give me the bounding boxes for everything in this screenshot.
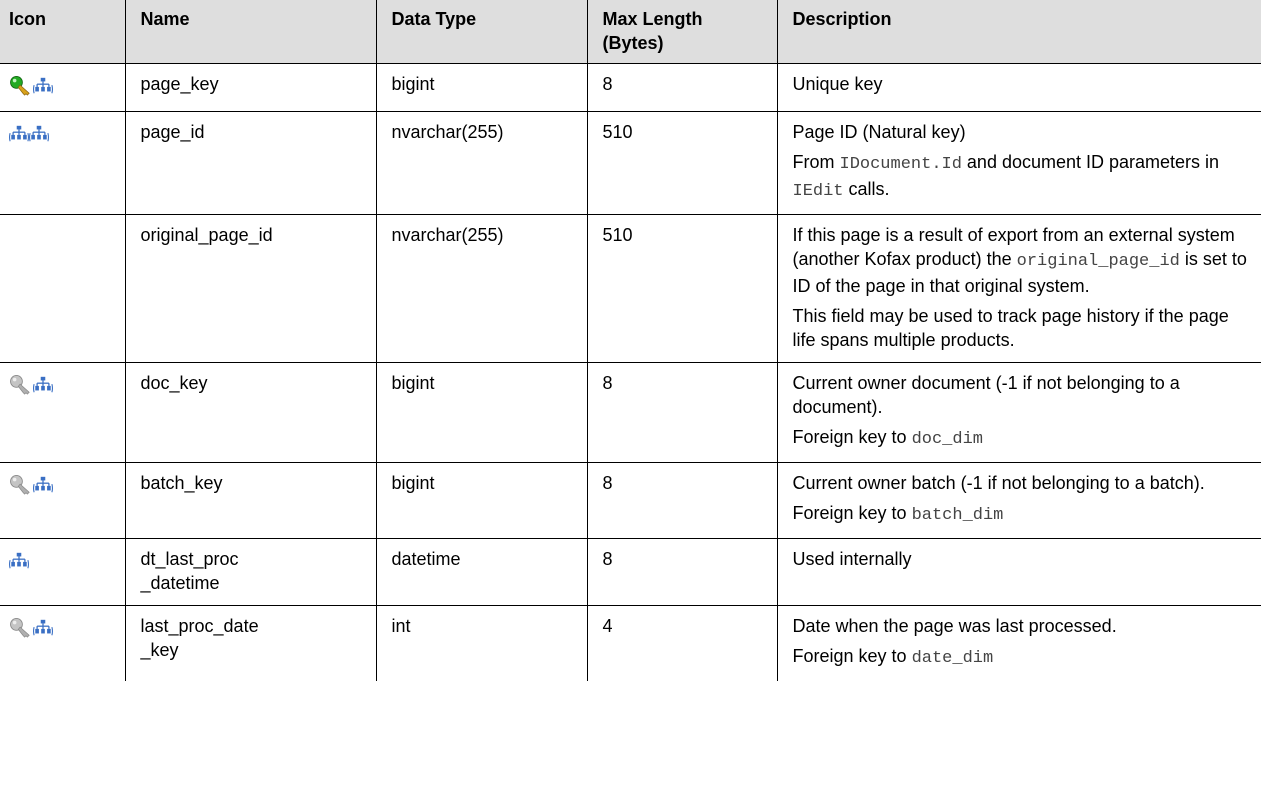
code-reference: IEdit (792, 182, 844, 201)
column-description: If this page is a result of export from … (776, 214, 1261, 363)
column-max-length: 8 (586, 362, 778, 463)
description-text: Used internally (792, 549, 912, 569)
description-text: Date when the page was last processed. (792, 616, 1117, 636)
header-max-length: Max Length (Bytes) (586, 0, 778, 64)
icon-cell (0, 214, 126, 363)
column-description: Current owner document (-1 if not belong… (776, 362, 1261, 463)
code-reference: doc_dim (911, 430, 983, 449)
description-fragment: Foreign key to (792, 646, 912, 666)
icon-cell (0, 605, 126, 681)
header-data-type: Data Type (375, 0, 588, 64)
primary-key-icon (9, 76, 33, 96)
description-text: Unique key (792, 74, 883, 94)
header-icon: Icon (0, 0, 126, 64)
description-text: Current owner document (-1 if not belong… (792, 373, 1180, 417)
table-row: page_key bigint 8 Unique key (0, 63, 1261, 112)
column-description: Page ID (Natural key) From IDocument.Id … (776, 111, 1261, 215)
index-icon (29, 124, 49, 144)
header-description: Description (776, 0, 1261, 64)
code-reference: original_page_id (1016, 252, 1180, 271)
column-name: page_id (124, 111, 377, 215)
description-text: This field may be used to track page his… (792, 306, 1229, 350)
description-text: Foreign key to doc_dim (793, 425, 1254, 452)
header-name: Name (124, 0, 377, 64)
table-row: batch_key bigint 8 Current owner batch (… (0, 462, 1261, 539)
index-icon (9, 124, 29, 144)
description-fragment: Foreign key to (792, 427, 912, 447)
column-name: batch_key (124, 462, 377, 539)
description-text: Page ID (Natural key) (792, 122, 966, 142)
column-data-type: datetime (375, 538, 588, 606)
column-name-line2: _key (140, 640, 179, 660)
index-icon (33, 76, 53, 96)
table-row: page_id nvarchar(255) 510 Page ID (Natur… (0, 111, 1261, 215)
column-name: last_proc_date _key (124, 605, 377, 681)
column-data-type: bigint (375, 462, 588, 539)
description-fragment: From (792, 152, 840, 172)
icon-cell (0, 462, 126, 539)
column-max-length: 8 (586, 462, 778, 539)
icon-cell (0, 362, 126, 463)
column-name: doc_key (124, 362, 377, 463)
column-description: Date when the page was last processed. F… (776, 605, 1261, 681)
column-data-type: bigint (375, 362, 588, 463)
icon-cell (0, 63, 126, 112)
column-data-type: bigint (375, 63, 588, 112)
column-data-type: nvarchar(255) (375, 111, 588, 215)
column-max-length: 4 (586, 605, 778, 681)
code-reference: batch_dim (911, 506, 1004, 525)
description-fragment: calls. (843, 179, 890, 199)
column-name: original_page_id (124, 214, 377, 363)
description-text: From IDocument.Id and document ID parame… (793, 150, 1254, 204)
table-row: doc_key bigint 8 Current owner document … (0, 362, 1261, 463)
column-description: Unique key (776, 63, 1261, 112)
header-row: Icon Name Data Type Max Length (Bytes) De… (0, 0, 1261, 64)
index-icon (33, 475, 53, 495)
description-fragment: Foreign key to (792, 503, 912, 523)
column-max-length: 8 (586, 538, 778, 606)
column-description: Used internally (776, 538, 1261, 606)
column-data-type: nvarchar(255) (375, 214, 588, 363)
description-text: Foreign key to batch_dim (793, 501, 1254, 528)
foreign-key-icon (9, 375, 33, 395)
foreign-key-icon (9, 618, 33, 638)
column-max-length: 510 (586, 111, 778, 215)
column-name: page_key (124, 63, 377, 112)
code-reference: IDocument.Id (839, 155, 962, 174)
description-text: If this page is a result of export from … (793, 223, 1254, 298)
table-row: dt_last_proc _datetime datetime 8 Used in… (0, 538, 1261, 606)
column-name-line2: _datetime (140, 573, 220, 593)
description-text: Current owner batch (-1 if not belonging… (792, 473, 1205, 493)
header-max-length-line1: Max Length (602, 9, 703, 29)
index-icon (9, 551, 29, 571)
foreign-key-icon (9, 475, 33, 495)
column-name: dt_last_proc _datetime (124, 538, 377, 606)
column-name-line1: dt_last_proc (140, 549, 239, 569)
index-icon (33, 375, 53, 395)
icon-cell (0, 111, 126, 215)
description-fragment: and document ID parameters in (961, 152, 1220, 172)
table-row: last_proc_date _key int 4 Date when the p… (0, 605, 1261, 681)
description-text: Foreign key to date_dim (793, 644, 1254, 671)
column-name-line1: last_proc_date (140, 616, 259, 636)
column-data-type: int (375, 605, 588, 681)
table-row: original_page_id nvarchar(255) 510 If th… (0, 214, 1261, 363)
column-max-length: 510 (586, 214, 778, 363)
code-reference: date_dim (911, 649, 994, 668)
column-max-length: 8 (586, 63, 778, 112)
columns-table: Icon Name Data Type Max Length (Bytes) De… (0, 0, 1261, 681)
column-description: Current owner batch (-1 if not belonging… (776, 462, 1261, 539)
icon-cell (0, 538, 126, 606)
index-icon (33, 618, 53, 638)
header-max-length-line2: (Bytes) (602, 33, 664, 53)
